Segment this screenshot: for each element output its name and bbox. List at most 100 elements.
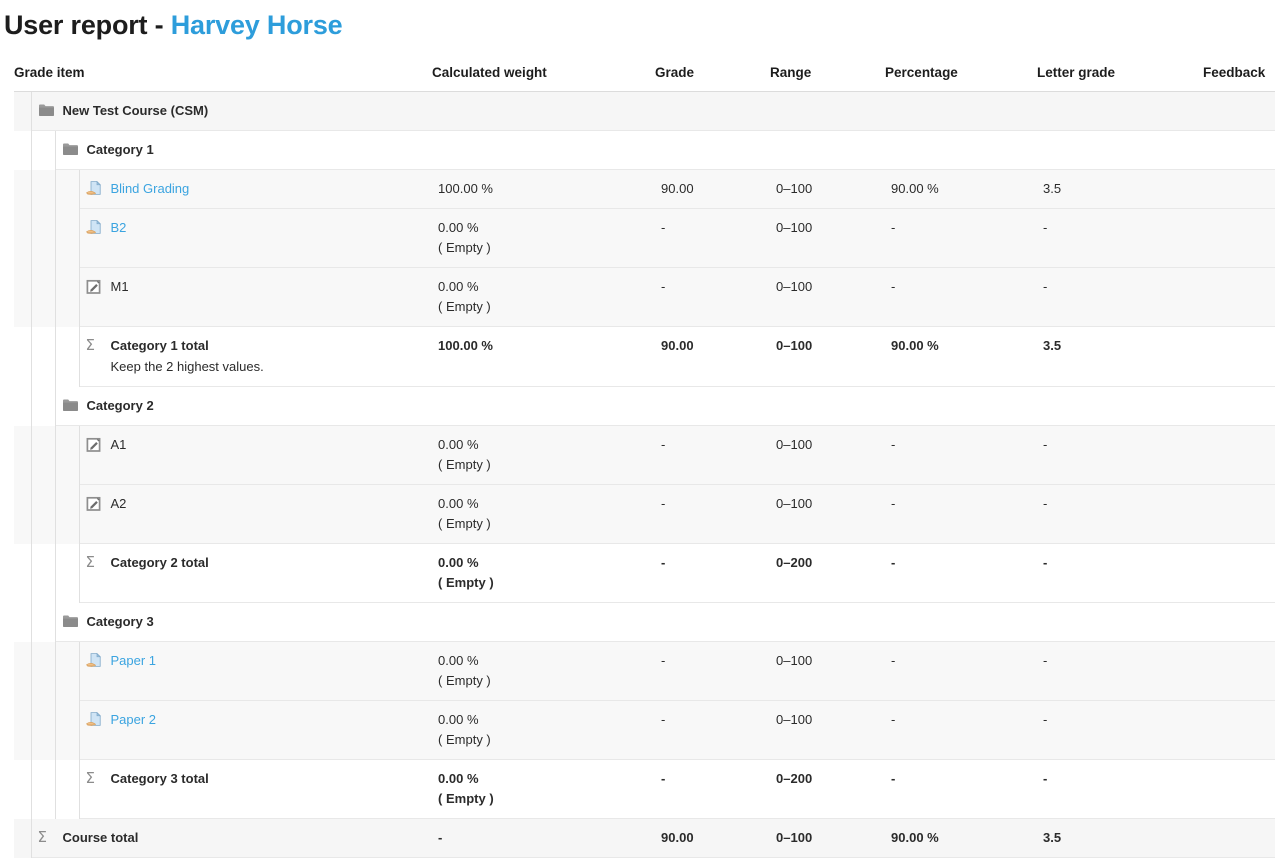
cell-calculated-weight-value: 0.00 % (438, 771, 479, 786)
cell-calculated-weight: 0.00 % ( Empty ) (432, 759, 656, 819)
cell-letter-grade: - (1037, 484, 1204, 544)
table-row: Σ Category 3 total 0.00 % ( Empty ) - 0–200 - - (14, 759, 1275, 819)
cell-feedback (1203, 130, 1275, 170)
indent-cell (14, 759, 32, 819)
indent-cell (55, 759, 80, 819)
cell-range-value: 0–200 (776, 555, 813, 570)
cell-calculated-weight-note: ( Empty ) (438, 575, 494, 590)
indent-cell (14, 641, 32, 701)
folder-icon (38, 103, 56, 119)
cell-grade (655, 602, 771, 642)
cell-percentage: - (885, 759, 1038, 819)
folder-icon (62, 398, 80, 414)
cell-feedback (1203, 543, 1275, 603)
cell-percentage: - (885, 700, 1038, 760)
cell-letter-grade-value: - (1043, 712, 1048, 727)
folder-icon (62, 142, 80, 158)
grade-item-name: Category 2 (86, 398, 154, 413)
cell-letter-grade-value: 3.5 (1043, 338, 1062, 353)
cell-calculated-weight: 0.00 % ( Empty ) (432, 543, 656, 603)
manual-grade-icon (86, 279, 104, 295)
cell-calculated-weight-note: ( Empty ) (438, 673, 491, 688)
indent-cell (55, 208, 80, 268)
grade-item-name: Category 2 total (110, 555, 209, 570)
column-header-grade-item: Grade item (14, 65, 433, 92)
cell-percentage (885, 386, 1038, 426)
cell-calculated-weight-value: 100.00 % (438, 181, 493, 196)
indent-cell (55, 425, 80, 485)
cell-letter-grade: 3.5 (1037, 169, 1204, 209)
table-row: New Test Course (CSM) (14, 91, 1275, 131)
cell-percentage-value: - (891, 437, 896, 452)
cell-calculated-weight-note: ( Empty ) (438, 732, 491, 747)
cell-grade-value: - (661, 771, 666, 786)
cell-letter-grade-value: 3.5 (1043, 830, 1062, 845)
cell-feedback (1203, 425, 1275, 485)
cell-range (770, 130, 886, 170)
grade-item-name: A1 (110, 437, 127, 452)
indent-cell (14, 130, 32, 170)
cell-grade (655, 91, 771, 131)
cell-feedback (1203, 169, 1275, 209)
cell-grade-item: Category 3 (55, 602, 433, 642)
cell-grade (655, 386, 771, 426)
cell-letter-grade: 3.5 (1037, 326, 1204, 387)
cell-letter-grade-value: - (1043, 771, 1048, 786)
cell-grade-item: Paper 1 (79, 641, 433, 701)
table-row: Paper 1 0.00 % ( Empty ) - 0–100 - - (14, 641, 1275, 701)
folder-icon (62, 614, 80, 630)
cell-range: 0–200 (770, 543, 886, 603)
cell-range-value: 0–100 (776, 437, 813, 452)
grade-item-name: M1 (110, 279, 129, 294)
sigma-icon: Σ (85, 336, 95, 354)
indent-cell (31, 602, 56, 642)
grade-item-link[interactable]: Paper 2 (111, 710, 157, 730)
grade-item-link[interactable]: B2 (111, 218, 127, 238)
cell-feedback (1203, 759, 1275, 819)
cell-grade-value: - (661, 555, 666, 570)
sigma-icon: Σ (85, 553, 95, 571)
assignment-icon (85, 220, 104, 236)
cell-letter-grade-value: - (1043, 437, 1048, 452)
cell-calculated-weight-value: 0.00 % (438, 496, 479, 511)
cell-range-value: 0–100 (776, 712, 813, 727)
cell-grade: 90.00 (655, 169, 771, 209)
cell-letter-grade-value: 3.5 (1043, 181, 1062, 196)
column-header-calculated-weight: Calculated weight (432, 65, 656, 92)
cell-percentage (885, 602, 1038, 642)
table-header: Grade item Calculated weight Grade Range… (14, 65, 1275, 92)
cell-calculated-weight-note: ( Empty ) (438, 516, 491, 531)
cell-calculated-weight-note: ( Empty ) (438, 791, 494, 806)
grade-item-link[interactable]: Blind Grading (111, 179, 190, 199)
cell-range-value: 0–100 (776, 496, 813, 511)
user-grade-report: Grade item Calculated weight Grade Range… (0, 65, 1275, 858)
table-body: New Test Course (CSM) Category 1 Blind Gra… (14, 91, 1275, 858)
cell-range: 0–100 (770, 267, 886, 327)
grade-item-name: Category 3 (86, 614, 154, 629)
cell-calculated-weight: 0.00 % ( Empty ) (432, 641, 656, 701)
cell-grade-value: 90.00 (661, 338, 694, 353)
cell-percentage-value: - (891, 771, 896, 786)
indent-cell (31, 759, 56, 819)
cell-grade: - (655, 425, 771, 485)
cell-grade-item: New Test Course (CSM) (31, 91, 433, 131)
cell-calculated-weight: 100.00 % (432, 169, 656, 209)
grade-item-name: Category 1 total (110, 338, 209, 353)
cell-range: 0–100 (770, 484, 886, 544)
grade-item-name: New Test Course (CSM) (62, 103, 209, 118)
cell-percentage-value: - (891, 653, 896, 668)
table-row: B2 0.00 % ( Empty ) - 0–100 - - (14, 208, 1275, 268)
page-title-user-name: Harvey Horse (170, 10, 343, 40)
cell-grade-item: Paper 2 (79, 700, 433, 760)
cell-percentage: 90.00 % (885, 169, 1038, 209)
cell-grade-item: Category 1 (55, 130, 433, 170)
grade-item-name: Category 1 (86, 142, 154, 157)
page-title-prefix: User report - (4, 10, 171, 40)
indent-cell (14, 484, 32, 544)
cell-range-value: 0–100 (776, 279, 813, 294)
indent-cell (14, 169, 32, 209)
indent-cell (14, 700, 32, 760)
grade-item-link[interactable]: Paper 1 (111, 651, 157, 671)
indent-cell (31, 386, 56, 426)
cell-letter-grade (1037, 130, 1204, 170)
